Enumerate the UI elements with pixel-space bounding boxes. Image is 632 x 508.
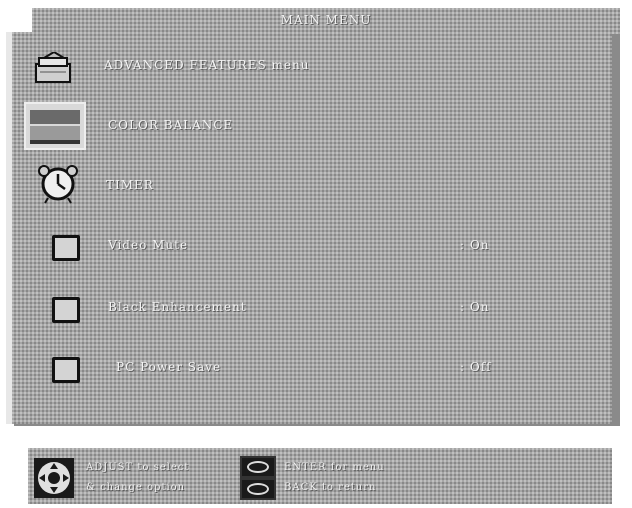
dpad-icon: [34, 458, 74, 498]
video-mute-value: : On: [460, 238, 490, 252]
menu-item-advanced-features[interactable]: ADVANCED FEATURES menu: [12, 46, 612, 86]
help-bar: ADJUST to select & change option ENTER f…: [28, 448, 612, 504]
back-key-icon: [240, 478, 276, 500]
help-select-text: ADJUST to select: [86, 462, 190, 473]
stacked-panels-icon: [34, 50, 74, 88]
black-enhancement-checkbox[interactable]: [52, 297, 80, 323]
black-enhancement-value: : On: [460, 300, 490, 314]
video-mute-label: Video Mute: [108, 238, 189, 252]
menu-item-color-balance[interactable]: COLOR BALANCE: [12, 102, 612, 150]
menu-item-black-enhancement[interactable]: Black Enhancement : On: [12, 288, 612, 328]
help-change-text: & change option: [86, 482, 186, 493]
main-menu-panel: ADVANCED FEATURES menu COLOR BALANCE TIM…: [6, 32, 612, 424]
alarm-clock-icon: [36, 164, 80, 208]
help-enter-text: ENTER for menu: [284, 462, 385, 473]
color-balance-label: COLOR BALANCE: [108, 118, 234, 132]
menu-title: MAIN MENU: [280, 13, 372, 27]
menu-item-pc-power-save[interactable]: PC Power Save : Off: [12, 348, 612, 388]
video-mute-checkbox[interactable]: [52, 235, 80, 261]
menu-item-video-mute[interactable]: Video Mute : On: [12, 226, 612, 266]
pc-power-save-label: PC Power Save: [116, 360, 222, 374]
panel-shadow-right: [612, 14, 620, 424]
title-bar: MAIN MENU: [32, 8, 620, 34]
black-enhancement-label: Black Enhancement: [108, 300, 247, 314]
enter-key-icon: [240, 456, 276, 478]
timer-label: TIMER: [106, 178, 154, 192]
menu-item-timer[interactable]: TIMER: [12, 164, 612, 208]
pc-power-save-value: : Off: [460, 360, 492, 374]
advanced-features-label: ADVANCED FEATURES menu: [104, 58, 310, 72]
color-bars-icon: [24, 102, 86, 154]
pc-power-save-checkbox[interactable]: [52, 357, 80, 383]
help-back-text: BACK to return: [284, 482, 377, 493]
